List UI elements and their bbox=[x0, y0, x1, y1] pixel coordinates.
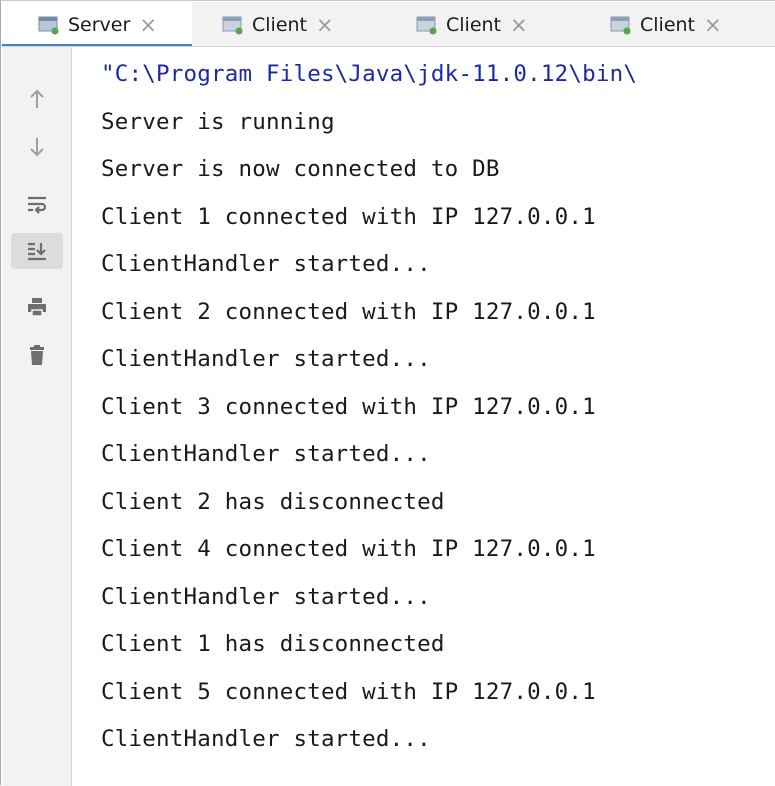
tab-server[interactable]: Server × bbox=[2, 2, 192, 46]
down-arrow-icon[interactable] bbox=[2, 129, 72, 165]
console-line-command: "C:\Program Files\Java\jdk-11.0.12\bin\ bbox=[101, 61, 638, 87]
console-line: ClientHandler started... bbox=[101, 441, 431, 467]
tab-client-2[interactable]: Client × bbox=[416, 2, 528, 46]
print-icon[interactable] bbox=[2, 289, 72, 325]
scroll-to-end-icon[interactable] bbox=[11, 233, 63, 269]
console-line: Client 1 has disconnected bbox=[101, 631, 445, 657]
console-line: Client 2 connected with IP 127.0.0.1 bbox=[101, 299, 596, 325]
console-icon bbox=[416, 15, 438, 35]
tab-label: Server bbox=[68, 13, 131, 36]
console-line: Client 1 connected with IP 127.0.0.1 bbox=[101, 204, 596, 230]
console-toolbar bbox=[2, 47, 72, 786]
console-line: ClientHandler started... bbox=[101, 346, 431, 372]
console-line: ClientHandler started... bbox=[101, 251, 431, 277]
console-icon bbox=[610, 15, 632, 35]
close-icon[interactable]: × bbox=[704, 13, 722, 37]
console-output[interactable]: "C:\Program Files\Java\jdk-11.0.12\bin\ … bbox=[72, 47, 775, 785]
trash-icon[interactable] bbox=[2, 337, 72, 373]
console-line: Server is now connected to DB bbox=[101, 156, 500, 182]
tab-label: Client bbox=[640, 13, 696, 36]
console-line: Client 2 has disconnected bbox=[101, 489, 445, 515]
tab-label: Client bbox=[252, 13, 308, 36]
console-line: ClientHandler started... bbox=[101, 726, 431, 752]
console-line: Client 3 connected with IP 127.0.0.1 bbox=[101, 394, 596, 420]
run-tab-bar: Server × Client × Client × Client × bbox=[2, 2, 775, 47]
tab-label: Client bbox=[446, 13, 502, 36]
console-icon bbox=[222, 15, 244, 35]
close-icon[interactable]: × bbox=[139, 13, 157, 37]
close-icon[interactable]: × bbox=[510, 13, 528, 37]
console-line: Client 5 connected with IP 127.0.0.1 bbox=[101, 679, 596, 705]
console-line: Server is running bbox=[101, 109, 335, 135]
tab-client-3[interactable]: Client × bbox=[610, 2, 722, 46]
soft-wrap-icon[interactable] bbox=[2, 187, 72, 223]
tab-client-1[interactable]: Client × bbox=[222, 2, 334, 46]
console-icon bbox=[38, 15, 60, 35]
run-tool-window: Server × Client × Client × Client × "C:\… bbox=[0, 0, 775, 786]
console-line: ClientHandler started... bbox=[101, 584, 431, 610]
console-line: Client 4 connected with IP 127.0.0.1 bbox=[101, 536, 596, 562]
close-icon[interactable]: × bbox=[316, 13, 334, 37]
up-arrow-icon[interactable] bbox=[2, 81, 72, 117]
